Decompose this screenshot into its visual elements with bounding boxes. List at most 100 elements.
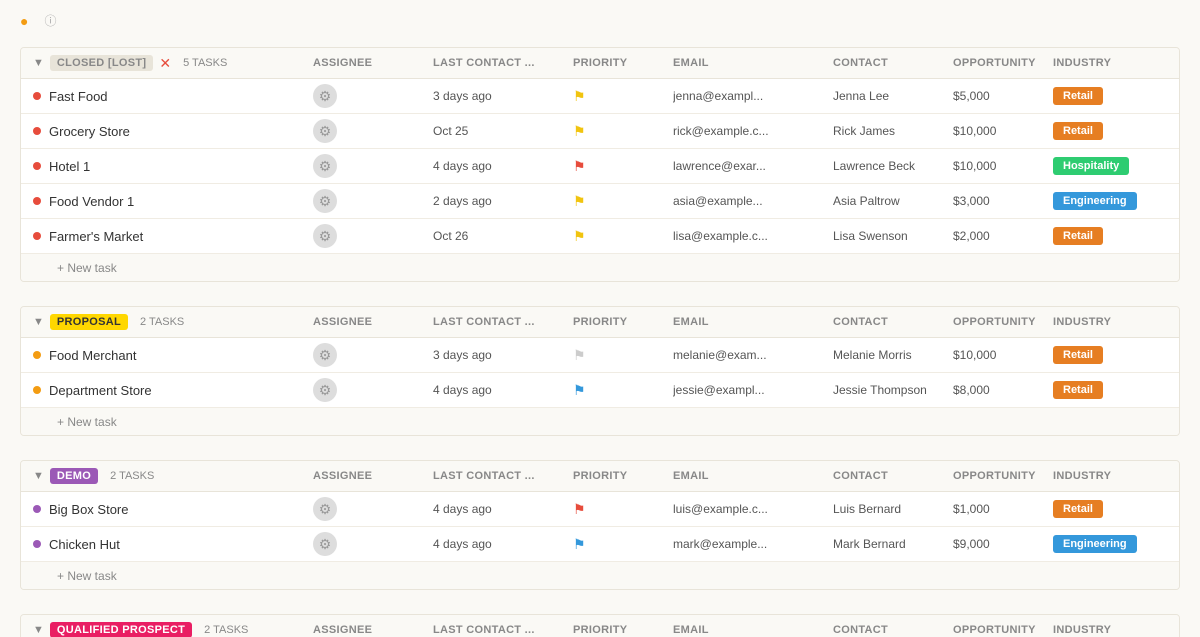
- section-badge: DEMO: [50, 468, 98, 484]
- col-header-opportunity: OPPORTUNITY: [953, 57, 1053, 69]
- new-task-button[interactable]: [64, 19, 76, 23]
- avatar: ⚙: [313, 497, 337, 521]
- priority-flag-icon: ⚑: [573, 88, 586, 104]
- sales-rep-label: [0, 33, 1200, 47]
- avatar-gear-icon: ⚙: [319, 501, 332, 518]
- contact-value: Mark Bernard: [833, 537, 953, 551]
- industry-cell: Retail: [1053, 227, 1173, 245]
- priority-cell: ⚑: [573, 123, 673, 140]
- table-row[interactable]: Food Vendor 1⚙2 days ago⚑asia@example...…: [21, 184, 1179, 219]
- deal-name: Chicken Hut: [49, 537, 120, 552]
- table-row[interactable]: Farmer's Market⚙Oct 26⚑lisa@example.c...…: [21, 219, 1179, 254]
- last-contact-value: 3 days ago: [433, 89, 573, 103]
- deal-name: Food Merchant: [49, 348, 136, 363]
- email-value: asia@example...: [673, 194, 833, 208]
- new-task-row: + New task: [21, 562, 1179, 589]
- col-header-assignee: ASSIGNEE: [313, 316, 433, 328]
- col-header-priority: PRIORITY: [573, 57, 673, 69]
- avatar-gear-icon: ⚙: [319, 193, 332, 210]
- industry-badge: Retail: [1053, 500, 1103, 518]
- assignee-cell: ⚙: [313, 84, 433, 108]
- industry-badge: Retail: [1053, 346, 1103, 364]
- assignee-cell: ⚙: [313, 154, 433, 178]
- collapse-icon[interactable]: ▼: [33, 470, 44, 482]
- deal-name: Farmer's Market: [49, 229, 143, 244]
- col-header-email: EMAIL: [673, 57, 833, 69]
- contact-value: Jenna Lee: [833, 89, 953, 103]
- collapse-icon[interactable]: ▼: [33, 57, 44, 69]
- grid-view-icon[interactable]: ⊞: [1173, 55, 1180, 72]
- avatar: ⚙: [313, 532, 337, 556]
- close-icon[interactable]: ✕: [159, 55, 171, 72]
- col-header-opportunity: OPPORTUNITY: [953, 470, 1053, 482]
- avatar-gear-icon: ⚙: [319, 228, 332, 245]
- assignee-cell: ⚙: [313, 378, 433, 402]
- table-row[interactable]: Department Store⚙4 days ago⚑jessie@examp…: [21, 373, 1179, 408]
- deal-name: Grocery Store: [49, 124, 130, 139]
- section-title-area: ▼DEMO2 TASKS: [33, 468, 313, 484]
- table-row[interactable]: Grocery Store⚙Oct 25⚑rick@example.c...Ri…: [21, 114, 1179, 149]
- collapse-icon[interactable]: ▼: [33, 624, 44, 636]
- avatar-gear-icon: ⚙: [319, 382, 332, 399]
- col-header-industry: INDUSTRY: [1053, 57, 1173, 69]
- contact-value: Lawrence Beck: [833, 159, 953, 173]
- new-task-link[interactable]: + New task: [57, 261, 117, 275]
- assignee-cell: ⚙: [313, 497, 433, 521]
- contact-value: Asia Paltrow: [833, 194, 953, 208]
- assignee-cell: ⚙: [313, 119, 433, 143]
- col-header-contact: CONTACT: [833, 470, 953, 482]
- industry-badge: Hospitality: [1053, 157, 1129, 175]
- table-row[interactable]: Food Merchant⚙3 days ago⚑melanie@exam...…: [21, 338, 1179, 373]
- opportunity-value: $3,000: [953, 194, 1053, 208]
- priority-flag-icon: ⚑: [573, 536, 586, 552]
- table-row[interactable]: Fast Food⚙3 days ago⚑jenna@exampl...Jenn…: [21, 79, 1179, 114]
- opportunity-value: $9,000: [953, 537, 1053, 551]
- row-name-cell: Farmer's Market: [33, 229, 313, 244]
- deal-name: Food Vendor 1: [49, 194, 134, 209]
- table-row[interactable]: Big Box Store⚙4 days ago⚑luis@example.c.…: [21, 492, 1179, 527]
- avatar: ⚙: [313, 224, 337, 248]
- opportunity-value: $8,000: [953, 383, 1053, 397]
- col-header-email: EMAIL: [673, 316, 833, 328]
- email-value: luis@example.c...: [673, 502, 833, 516]
- row-name-cell: Hotel 1: [33, 159, 313, 174]
- grid-view-icon[interactable]: ⊞: [1173, 314, 1180, 331]
- col-header-contact: CONTACT: [833, 57, 953, 69]
- last-contact-value: Oct 25: [433, 124, 573, 138]
- section-badge: CLOSED [LOST]: [50, 55, 153, 71]
- opportunity-value: $10,000: [953, 124, 1053, 138]
- opportunity-value: $2,000: [953, 229, 1053, 243]
- collapse-icon[interactable]: ▼: [33, 316, 44, 328]
- col-header-assignee: ASSIGNEE: [313, 57, 433, 69]
- section-badge: QUALIFIED PROSPECT: [50, 622, 192, 637]
- status-dot: [33, 127, 41, 135]
- section-title-area: ▼QUALIFIED PROSPECT2 TASKS: [33, 622, 313, 637]
- col-header-assignee: ASSIGNEE: [313, 470, 433, 482]
- assignee-cell: ⚙: [313, 343, 433, 367]
- table-row[interactable]: Hotel 1⚙4 days ago⚑lawrence@exar...Lawre…: [21, 149, 1179, 184]
- new-task-link[interactable]: + New task: [57, 415, 117, 429]
- last-contact-value: 4 days ago: [433, 502, 573, 516]
- col-header-opportunity: OPPORTUNITY: [953, 316, 1053, 328]
- row-name-cell: Big Box Store: [33, 502, 313, 517]
- industry-cell: Engineering: [1053, 192, 1173, 210]
- page-header: ● ⓘ: [0, 0, 1200, 33]
- priority-cell: ⚑: [573, 347, 673, 364]
- email-value: mark@example...: [673, 537, 833, 551]
- status-dot: [33, 197, 41, 205]
- col-header-email: EMAIL: [673, 470, 833, 482]
- priority-flag-icon: ⚑: [573, 347, 586, 363]
- section-closed-lost: ▼CLOSED [LOST]✕5 TASKSASSIGNEELAST CONTA…: [20, 47, 1180, 282]
- grid-view-icon[interactable]: ⊞: [1173, 468, 1180, 485]
- priority-flag-icon: ⚑: [573, 193, 586, 209]
- priority-flag-icon: ⚑: [573, 123, 586, 139]
- table-row[interactable]: Chicken Hut⚙4 days ago⚑mark@example...Ma…: [21, 527, 1179, 562]
- avatar: ⚙: [313, 378, 337, 402]
- industry-badge: Retail: [1053, 381, 1103, 399]
- info-icon[interactable]: ⓘ: [44, 12, 56, 29]
- priority-flag-icon: ⚑: [573, 382, 586, 398]
- industry-cell: Retail: [1053, 500, 1173, 518]
- header-left: ● ⓘ: [20, 12, 76, 29]
- new-task-link[interactable]: + New task: [57, 569, 117, 583]
- grid-view-icon[interactable]: ⊞: [1173, 622, 1180, 637]
